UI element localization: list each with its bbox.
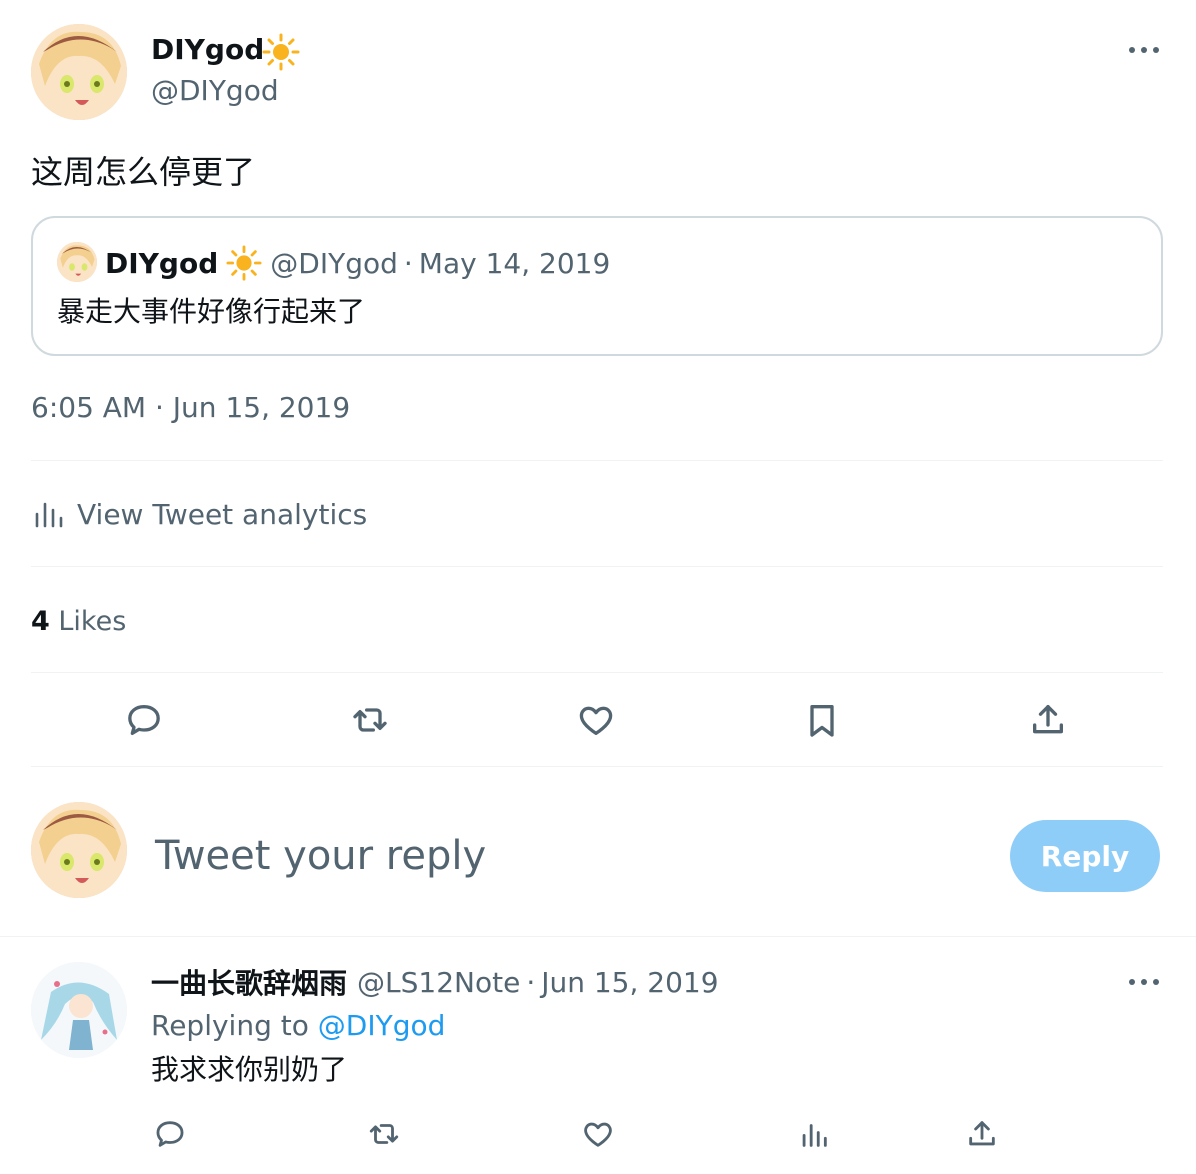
quoted-tweet-card[interactable]: DIYgod @DIYgod · May 14, 2019 暴走大事件好像行起来… — [31, 216, 1163, 356]
sun-emoji-icon — [262, 33, 300, 71]
likes-stat[interactable]: 4 Likes — [31, 602, 126, 642]
divider — [31, 566, 1163, 567]
quoted-text: 暴走大事件好像行起来了 — [57, 295, 366, 328]
anime-avatar-icon — [31, 24, 127, 120]
author-name-text[interactable]: DIYgod — [151, 33, 264, 66]
anime-avatar-icon — [31, 802, 127, 898]
sun-emoji-icon — [226, 245, 262, 281]
anime-avatar-icon — [57, 242, 97, 282]
author-avatar[interactable] — [31, 24, 127, 120]
share-icon[interactable] — [1024, 696, 1072, 744]
likes-label: Likes — [58, 606, 127, 637]
quoted-author-avatar — [57, 242, 97, 282]
view-analytics-label[interactable]: View Tweet analytics — [77, 498, 367, 531]
quoted-date: May 14, 2019 — [418, 246, 611, 280]
like-icon[interactable] — [572, 696, 620, 744]
reply-button-label[interactable]: Reply — [1041, 840, 1129, 873]
separator-dot: · — [403, 246, 413, 280]
analytics-icon — [31, 496, 67, 532]
replying-to: Replying to @DIYgod — [151, 1006, 445, 1046]
more-options-icon[interactable] — [1124, 34, 1164, 66]
reply-share-icon[interactable] — [962, 1114, 1002, 1154]
reply-retweet-icon[interactable] — [364, 1114, 404, 1154]
reply-header: 一曲长歌辞烟雨 @LS12Note · Jun 15, 2019 — [151, 962, 719, 1002]
reply-button[interactable]: Reply — [1010, 820, 1160, 892]
bookmark-icon[interactable] — [798, 696, 846, 744]
replying-to-handle[interactable]: @DIYgod — [318, 1009, 446, 1042]
quoted-header: DIYgod @DIYgod · May 14, 2019 — [105, 244, 610, 282]
reply-date[interactable]: Jun 15, 2019 — [541, 966, 718, 999]
divider — [31, 460, 1163, 461]
reply-analytics-icon[interactable] — [794, 1114, 834, 1154]
retweet-icon[interactable] — [346, 696, 394, 744]
author-handle[interactable]: @DIYgod — [151, 72, 279, 110]
author-name[interactable]: DIYgod — [151, 30, 264, 70]
view-analytics-link[interactable]: View Tweet analytics — [31, 494, 367, 534]
reply-author-handle[interactable]: @LS12Note — [357, 966, 520, 999]
divider — [0, 936, 1196, 937]
reply-input[interactable]: Tweet your reply — [155, 830, 975, 882]
separator-dot: · — [526, 965, 536, 999]
tweet-text: 这周怎么停更了 — [31, 153, 256, 191]
quoted-author-name: DIYgod — [105, 246, 219, 280]
current-user-avatar[interactable] — [31, 802, 127, 898]
replying-to-prefix: Replying to — [151, 1009, 309, 1042]
divider — [31, 766, 1163, 767]
reply-icon[interactable] — [120, 696, 168, 744]
reply-reply-icon[interactable] — [150, 1114, 190, 1154]
reply-author-name[interactable]: 一曲长歌辞烟雨 — [151, 962, 347, 1002]
reply-text: 我求求你别奶了 — [151, 1053, 348, 1086]
miku-avatar-icon — [31, 962, 127, 1058]
tweet-timestamp[interactable]: 6:05 AM · Jun 15, 2019 — [31, 388, 350, 428]
reply-author-avatar[interactable] — [31, 962, 127, 1058]
reply-like-icon[interactable] — [578, 1114, 618, 1154]
divider — [31, 672, 1163, 673]
quoted-author-handle: @DIYgod — [270, 246, 398, 280]
likes-count: 4 — [31, 606, 50, 637]
reply-more-options-icon[interactable] — [1124, 966, 1164, 998]
